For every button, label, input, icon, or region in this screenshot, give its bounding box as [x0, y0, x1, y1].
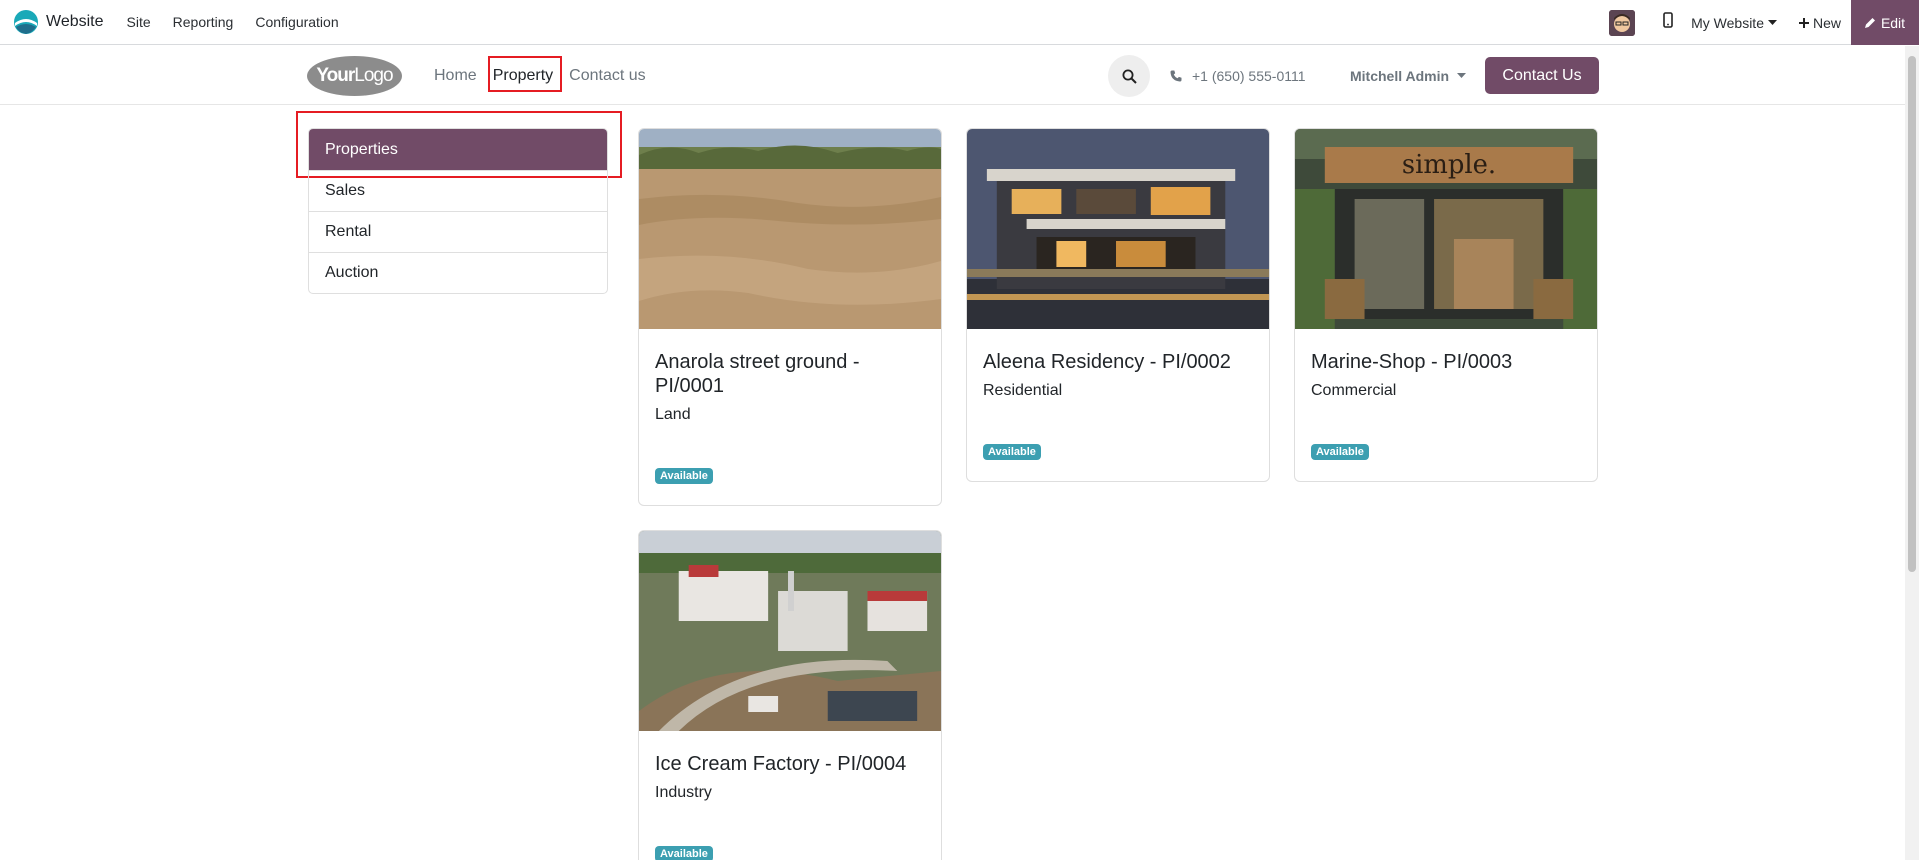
user-name: Mitchell Admin [1350, 67, 1450, 84]
new-button[interactable]: New [1798, 14, 1841, 31]
status-badge: Available [1311, 444, 1369, 460]
card-body: Ice Cream Factory - PI/0004 Industry Ava… [639, 736, 941, 860]
property-image[interactable] [639, 531, 941, 731]
menu-configuration[interactable]: Configuration [244, 14, 349, 30]
search-icon [1122, 69, 1137, 84]
top-menu: Site Reporting Configuration [116, 14, 350, 30]
property-card[interactable]: Anarola street ground - PI/0001 Land Ava… [638, 128, 942, 506]
property-type: Industry [655, 784, 712, 801]
nav-home[interactable]: Home [434, 67, 477, 85]
page-scrollbar[interactable] [1905, 46, 1919, 860]
card-body: Marine-Shop - PI/0003 Commercial Availab… [1295, 334, 1597, 460]
website-selector-label: My Website [1691, 14, 1764, 31]
phone-link[interactable]: +1 (650) 555-0111 [1170, 46, 1306, 105]
status-badge: Available [655, 468, 713, 484]
search-button[interactable] [1108, 55, 1150, 97]
sidebar-item-sales[interactable]: Sales [309, 170, 607, 211]
new-button-label: New [1812, 14, 1841, 31]
property-card[interactable]: Ice Cream Factory - PI/0004 Industry Ava… [638, 530, 942, 860]
site-logo[interactable]: Your Logo [307, 56, 402, 96]
property-title[interactable]: Marine-Shop - PI/0003 [1311, 350, 1581, 374]
property-image[interactable] [639, 129, 941, 329]
property-type: Commercial [1311, 382, 1397, 399]
website-selector[interactable]: My Website [1691, 15, 1777, 31]
odoo-topbar: Website Site Reporting Configuration My … [0, 0, 1919, 45]
contact-us-button[interactable]: Contact Us [1485, 57, 1599, 94]
svg-text:simple.: simple. [1402, 150, 1496, 180]
edit-button[interactable]: Edit [1851, 0, 1919, 45]
website-app-icon[interactable] [13, 9, 39, 35]
property-card[interactable]: Aleena Residency - PI/0002 Residential A… [966, 128, 1270, 482]
property-title[interactable]: Ice Cream Factory - PI/0004 [655, 752, 925, 776]
phone-number: +1 (650) 555-0111 [1192, 67, 1306, 84]
menu-reporting[interactable]: Reporting [162, 14, 245, 30]
topbar-right: My Website New Edit [1609, 0, 1919, 45]
website-header: Your Logo Home Property Contact us +1 (65… [0, 46, 1905, 105]
phone-icon [1170, 70, 1182, 82]
plus-icon [1798, 17, 1809, 28]
mobile-preview-icon[interactable] [1663, 12, 1673, 33]
property-title[interactable]: Aleena Residency - PI/0002 [983, 350, 1253, 374]
logo-text: Logo [354, 65, 393, 86]
status-badge: Available [655, 846, 713, 860]
avatar[interactable] [1609, 9, 1636, 36]
card-body: Aleena Residency - PI/0002 Residential A… [967, 334, 1269, 460]
user-menu[interactable]: Mitchell Admin [1350, 46, 1467, 105]
highlight-nav-property [488, 56, 562, 92]
property-type: Residential [983, 382, 1063, 399]
property-title[interactable]: Anarola street ground - PI/0001 [655, 350, 925, 398]
sidebar-item-rental[interactable]: Rental [309, 211, 607, 252]
menu-site[interactable]: Site [116, 14, 162, 30]
edit-button-label: Edit [1880, 14, 1906, 31]
property-card[interactable]: simple. Marine-Shop - PI/0003 Commercial… [1294, 128, 1598, 482]
sidebar-item-properties[interactable]: Properties [309, 129, 607, 170]
nav-contact-us[interactable]: Contact us [569, 67, 645, 85]
scrollbar-thumb[interactable] [1908, 56, 1916, 572]
property-type: Land [655, 406, 691, 423]
category-sidebar: Properties Sales Rental Auction [308, 128, 608, 294]
property-image[interactable]: simple. [1295, 129, 1597, 329]
pencil-icon [1864, 18, 1875, 28]
card-body: Anarola street ground - PI/0001 Land Ava… [639, 334, 941, 484]
property-image[interactable] [967, 129, 1269, 329]
caret-down-icon [1457, 72, 1467, 78]
caret-down-icon [1767, 19, 1777, 25]
logo-text-bold: Your [316, 65, 355, 86]
app-name[interactable]: Website [46, 13, 104, 31]
status-badge: Available [983, 444, 1041, 460]
sidebar-item-auction[interactable]: Auction [309, 252, 607, 293]
